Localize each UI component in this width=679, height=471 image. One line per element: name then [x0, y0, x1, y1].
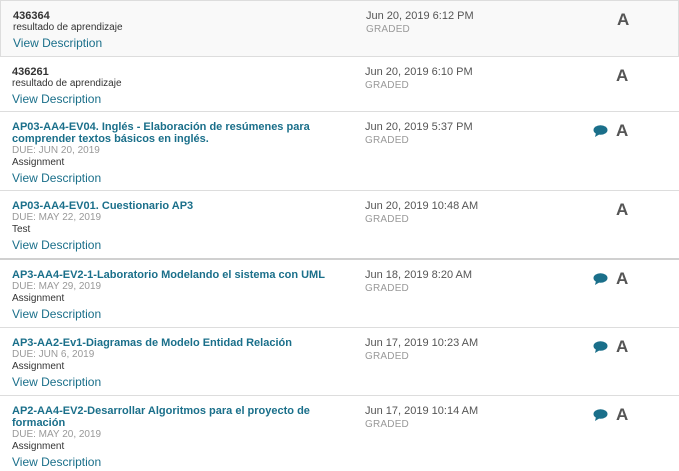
view-description-link[interactable]: View Description: [12, 455, 101, 469]
grade-row: AP03-AA4-EV01. Cuestionario AP3 DUE: MAY…: [0, 191, 679, 260]
item-title-link[interactable]: AP03-AA4-EV01. Cuestionario AP3: [12, 200, 347, 212]
status-label: GRADED: [365, 351, 409, 362]
due-date: DUE: MAY 20, 2019: [12, 429, 102, 440]
grade-value[interactable]: A: [616, 405, 628, 425]
status-label: GRADED: [365, 419, 409, 430]
status-label: GRADED: [365, 80, 409, 91]
comment-icon[interactable]: [593, 341, 608, 353]
grade-row: AP03-AA4-EV04. Inglés - Elaboración de r…: [0, 112, 679, 191]
item-type: Assignment: [12, 293, 65, 304]
item-title-link[interactable]: AP2-AA4-EV2-Desarrollar Algoritmos para …: [12, 405, 347, 429]
due-date: DUE: JUN 6, 2019: [12, 349, 95, 360]
grade-value[interactable]: A: [616, 200, 628, 220]
status-label: GRADED: [365, 214, 409, 225]
due-date: DUE: MAY 22, 2019: [12, 212, 102, 223]
item-title-link[interactable]: AP3-AA4-EV2-1-Laboratorio Modelando el s…: [12, 269, 347, 281]
comment-icon[interactable]: [593, 409, 608, 421]
item-title: 436261: [12, 66, 49, 78]
grade-value[interactable]: A: [616, 66, 628, 86]
status-label: GRADED: [366, 24, 410, 35]
grade-row: AP3-AA2-Ev1-Diagramas de Modelo Entidad …: [0, 328, 679, 396]
item-title: 436364: [13, 10, 50, 22]
item-title-link[interactable]: AP3-AA2-Ev1-Diagramas de Modelo Entidad …: [12, 337, 347, 349]
grade-value[interactable]: A: [616, 269, 628, 289]
item-type: Assignment: [12, 361, 65, 372]
grade-row: 436261 resultado de aprendizaje View Des…: [0, 57, 679, 112]
item-type: Test: [12, 224, 31, 235]
view-description-link[interactable]: View Description: [12, 238, 101, 252]
grades-list: 436364 resultado de aprendizaje View Des…: [0, 0, 679, 469]
grade-row: AP3-AA4-EV2-1-Laboratorio Modelando el s…: [0, 260, 679, 328]
view-description-link[interactable]: View Description: [12, 307, 101, 321]
submitted-date: Jun 17, 2019 10:14 AM: [365, 405, 479, 417]
submitted-date: Jun 18, 2019 8:20 AM: [365, 269, 473, 281]
grade-row: 436364 resultado de aprendizaje View Des…: [0, 0, 679, 57]
item-type: resultado de aprendizaje: [13, 22, 123, 33]
view-description-link[interactable]: View Description: [12, 375, 101, 389]
grade-value[interactable]: A: [616, 337, 628, 357]
comment-icon[interactable]: [593, 273, 608, 285]
view-description-link[interactable]: View Description: [12, 171, 101, 185]
submitted-date: Jun 20, 2019 5:37 PM: [365, 121, 473, 133]
item-type: Assignment: [12, 441, 65, 452]
submitted-date: Jun 20, 2019 6:12 PM: [366, 10, 474, 22]
due-date: DUE: MAY 29, 2019: [12, 281, 102, 292]
status-label: GRADED: [365, 135, 409, 146]
view-description-link[interactable]: View Description: [13, 36, 102, 50]
view-description-link[interactable]: View Description: [12, 92, 101, 106]
grade-row: AP2-AA4-EV2-Desarrollar Algoritmos para …: [0, 396, 679, 469]
comment-icon[interactable]: [593, 125, 608, 137]
item-type: Assignment: [12, 157, 65, 168]
submitted-date: Jun 20, 2019 10:48 AM: [365, 200, 479, 212]
status-label: GRADED: [365, 283, 409, 294]
due-date: DUE: JUN 20, 2019: [12, 145, 100, 156]
grade-value[interactable]: A: [617, 10, 629, 30]
item-title-link[interactable]: AP03-AA4-EV04. Inglés - Elaboración de r…: [12, 121, 347, 145]
submitted-date: Jun 17, 2019 10:23 AM: [365, 337, 479, 349]
grade-value[interactable]: A: [616, 121, 628, 141]
item-type: resultado de aprendizaje: [12, 78, 122, 89]
submitted-date: Jun 20, 2019 6:10 PM: [365, 66, 473, 78]
